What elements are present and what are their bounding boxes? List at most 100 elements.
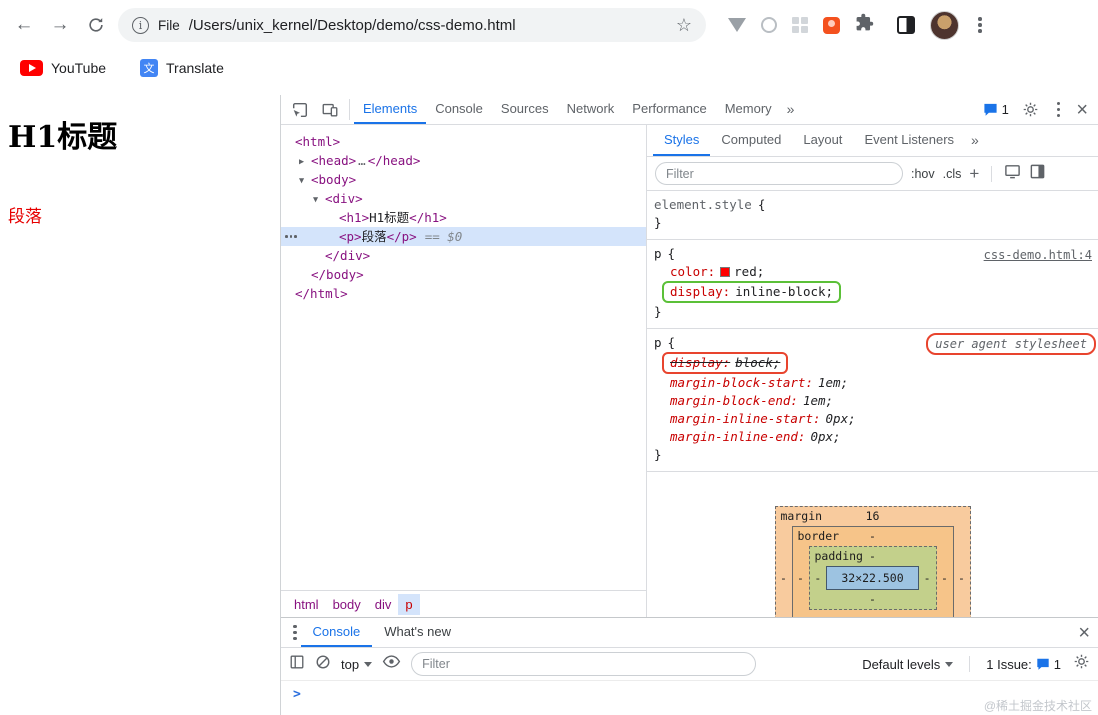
address-bar[interactable]: i File /Users/unix_kernel/Desktop/demo/c… [118,8,706,42]
tab-console[interactable]: Console [426,95,492,124]
drawer-menu-icon[interactable] [289,621,301,645]
element-style-selector[interactable]: element.style [654,197,752,212]
tab-memory[interactable]: Memory [716,95,781,124]
split-screen-icon[interactable] [897,16,915,34]
computed-panel-toggle-icon[interactable] [1029,163,1046,185]
stylesheet-source-link[interactable]: css-demo.html:4 [984,246,1092,264]
padding-bottom-value[interactable]: - [810,590,936,609]
drawer-close-icon[interactable]: × [1078,623,1090,643]
log-levels-select[interactable]: Default levels [862,657,953,672]
clear-console-icon[interactable] [315,654,331,675]
orange-extension-icon[interactable] [823,17,840,34]
box-model-border[interactable]: border- - padding- - 32×22.500 [792,526,954,617]
css-property-margin-block-end[interactable]: margin-block-end:1em; [647,392,1098,410]
css-property-margin-inline-start[interactable]: margin-inline-start:0px; [647,410,1098,428]
toggle-class-button[interactable]: .cls [943,167,962,181]
padding-top-value[interactable]: - [869,549,876,563]
grid-extension-icon[interactable] [792,17,808,33]
breadcrumb-p[interactable]: p [398,594,419,615]
ring-extension-icon[interactable] [761,17,777,33]
vue-devtools-extension-icon[interactable] [728,18,746,32]
node-more-icon[interactable] [285,235,297,238]
color-swatch[interactable] [720,267,730,277]
console-filter-input[interactable] [411,652,756,676]
rule-selector[interactable]: p [654,246,662,261]
bookmark-youtube[interactable]: YouTube [20,60,106,76]
bookmark-star-icon[interactable]: ☆ [676,15,692,36]
box-model-margin[interactable]: margin16 - border- - padding- [775,506,971,617]
tab-event-listeners[interactable]: Event Listeners [853,125,965,156]
css-property-margin-inline-end[interactable]: margin-inline-end:0px; [647,428,1098,446]
tab-styles[interactable]: Styles [653,125,710,156]
box-model-content[interactable]: 32×22.500 [826,566,919,590]
drawer-tab-console[interactable]: Console [301,618,373,647]
devtools-menu-icon[interactable] [1053,98,1065,122]
tree-node-h1[interactable]: <h1>H1标题</h1> [281,208,646,227]
toggle-hover-state-button[interactable]: :hov [911,167,935,181]
border-top-value[interactable]: - [869,529,876,543]
console-settings-icon[interactable] [1073,653,1090,675]
property-value: 0px; [810,429,840,444]
border-bottom-value[interactable]: - [793,610,953,617]
border-right-value[interactable]: - [937,571,953,585]
tree-node-div-close[interactable]: </div> [281,246,646,265]
reload-button[interactable] [82,11,110,39]
tab-network[interactable]: Network [558,95,624,124]
tree-node-body-close[interactable]: </body> [281,265,646,284]
extensions-puzzle-icon[interactable] [855,13,874,37]
bookmark-translate[interactable]: 文 Translate [140,59,224,77]
padding-left-value[interactable]: - [810,571,827,585]
style-rule-author[interactable]: p{ css-demo.html:4 color:red; display:in… [647,240,1098,329]
drawer-tab-whats-new[interactable]: What's new [372,618,463,647]
tree-node-p-selected[interactable]: <p>段落</p>== $0 [281,227,646,246]
back-button[interactable]: ← [10,11,38,39]
tree-node-html-open[interactable]: <html> [281,132,646,151]
collapsed-content-ellipsis[interactable]: … [358,153,366,168]
tree-node-head[interactable]: ▶<head>…</head> [281,151,646,170]
tab-computed[interactable]: Computed [710,125,792,156]
margin-right-value[interactable]: - [954,571,970,585]
style-rule-user-agent[interactable]: p{ user agent stylesheet display:block; … [647,329,1098,472]
rule-selector[interactable]: p [654,335,662,350]
tab-elements[interactable]: Elements [354,95,426,124]
css-property-display-overridden[interactable]: display:block; [647,352,1098,374]
padding-right-value[interactable]: - [919,571,936,585]
css-property-color[interactable]: color:red; [647,263,1098,281]
devtools-settings-icon[interactable] [1021,101,1041,118]
execution-context-select[interactable]: top [341,657,372,672]
breadcrumb-div[interactable]: div [368,594,399,615]
rendering-emulation-icon[interactable] [1004,163,1021,185]
device-toolbar-icon[interactable] [315,95,345,124]
styles-filter-input[interactable] [655,162,903,185]
tree-node-div-open[interactable]: ▼<div> [281,189,646,208]
console-issues-counter[interactable]: 1 Issue: 1 [986,657,1061,672]
issues-counter[interactable]: 1 [983,102,1009,117]
element-style-section[interactable]: element.style{ } [647,191,1098,240]
url-text[interactable]: /Users/unix_kernel/Desktop/demo/css-demo… [189,17,667,34]
border-left-value[interactable]: - [793,571,809,585]
more-sidebar-tabs-icon[interactable]: » [965,125,985,156]
css-property-display[interactable]: display:inline-block; [647,281,1098,303]
margin-top-value[interactable]: 16 [866,509,880,523]
more-tabs-icon[interactable]: » [781,95,801,124]
browser-menu-icon[interactable] [974,13,986,37]
new-style-rule-button[interactable]: + [969,164,979,184]
tab-layout[interactable]: Layout [792,125,853,156]
console-prompt-row[interactable]: > [281,681,1098,715]
box-model-padding[interactable]: padding- - 32×22.500 - - [809,546,937,610]
margin-left-value[interactable]: - [776,571,792,585]
tab-sources[interactable]: Sources [492,95,558,124]
console-sidebar-toggle-icon[interactable] [289,654,305,675]
breadcrumb-body[interactable]: body [326,594,368,615]
page-info-icon[interactable]: i [132,17,149,34]
profile-avatar[interactable] [930,11,959,40]
tab-performance[interactable]: Performance [623,95,715,124]
tree-node-html-close[interactable]: </html> [281,284,646,303]
css-property-margin-block-start[interactable]: margin-block-start:1em; [647,374,1098,392]
inspect-element-icon[interactable] [285,95,315,124]
breadcrumb-html[interactable]: html [287,594,326,615]
forward-button[interactable]: → [46,11,74,39]
live-expression-eye-icon[interactable] [382,655,401,673]
devtools-close-icon[interactable]: × [1076,100,1088,120]
tree-node-body-open[interactable]: ▼<body> [281,170,646,189]
